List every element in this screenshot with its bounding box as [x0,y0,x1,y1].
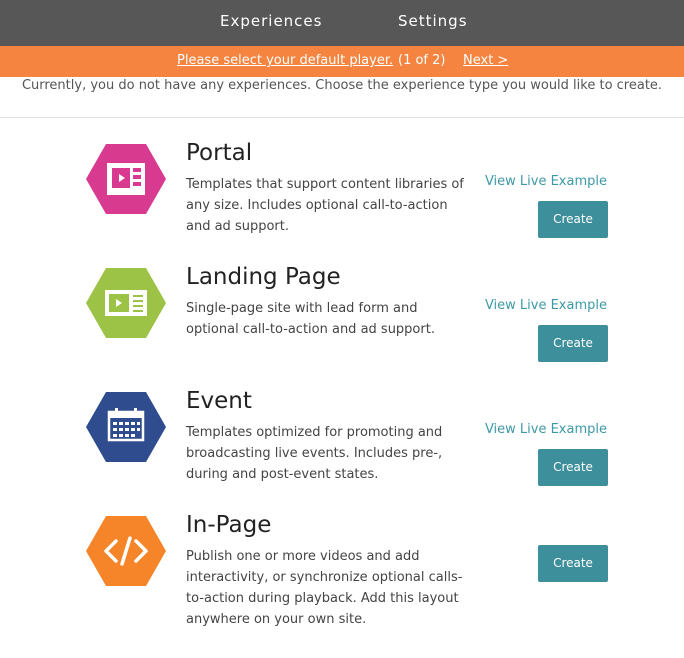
description-line: Templates that support content libraries… [186,177,464,192]
experience-in-page: In-Page Publish one or more videos and a… [0,512,684,636]
description-line: optional call-to-action and ad support. [186,322,435,337]
description-line: to-action during playback. Add this layo… [186,591,459,606]
in-page-description: Publish one or more videos and add inter… [186,546,476,630]
in-page-create-button[interactable]: Create [538,545,608,582]
portal-description: Templates that support content libraries… [186,174,476,237]
nav-experiences[interactable]: Experiences [220,12,322,30]
divider [0,117,684,118]
experience-event: Event Templates optimized for promoting … [0,388,684,512]
landing-page-title: Landing Page [186,264,341,290]
top-nav-bar: Experiences Settings [0,0,684,46]
select-player-link[interactable]: Please select your default player. [177,53,393,68]
description-line: anywhere on your own site. [186,612,367,627]
event-title: Event [186,388,252,414]
next-link[interactable]: Next > [463,53,508,68]
description-line: interactivity, or synchronize optional c… [186,570,463,585]
default-player-notice: Please select your default player. (1 of… [0,46,684,77]
description-line: any size. Includes optional call-to-acti… [186,198,448,213]
description-line: Single-page site with lead form and [186,301,418,316]
description-line: Publish one or more videos and add [186,549,420,564]
portal-layout-icon [86,144,166,214]
intro-text: Currently, you do not have any experienc… [21,78,663,93]
landing-page-view-example-link[interactable]: View Live Example [485,298,607,313]
landing-page-description: Single-page site with lead form and opti… [186,298,476,340]
notice-progress: (1 of 2) [398,53,446,68]
event-create-button[interactable]: Create [538,449,608,486]
description-line: broadcasting live events. Includes pre-, [186,446,443,461]
landing-page-create-button[interactable]: Create [538,325,608,362]
calendar-icon [86,392,166,462]
portal-view-example-link[interactable]: View Live Example [485,174,607,189]
code-icon [86,516,166,586]
experience-landing-page: Landing Page Single-page site with lead … [0,264,684,388]
in-page-title: In-Page [186,512,272,538]
portal-create-button[interactable]: Create [538,201,608,238]
description-line: Templates optimized for promoting and [186,425,443,440]
description-line: during and post-event states. [186,467,379,482]
portal-title: Portal [186,140,253,166]
nav-settings[interactable]: Settings [398,12,468,30]
event-view-example-link[interactable]: View Live Example [485,422,607,437]
description-line: and ad support. [186,219,289,234]
event-description: Templates optimized for promoting and br… [186,422,476,485]
landing-page-icon [86,268,166,338]
experience-portal: Portal Templates that support content li… [0,140,684,264]
